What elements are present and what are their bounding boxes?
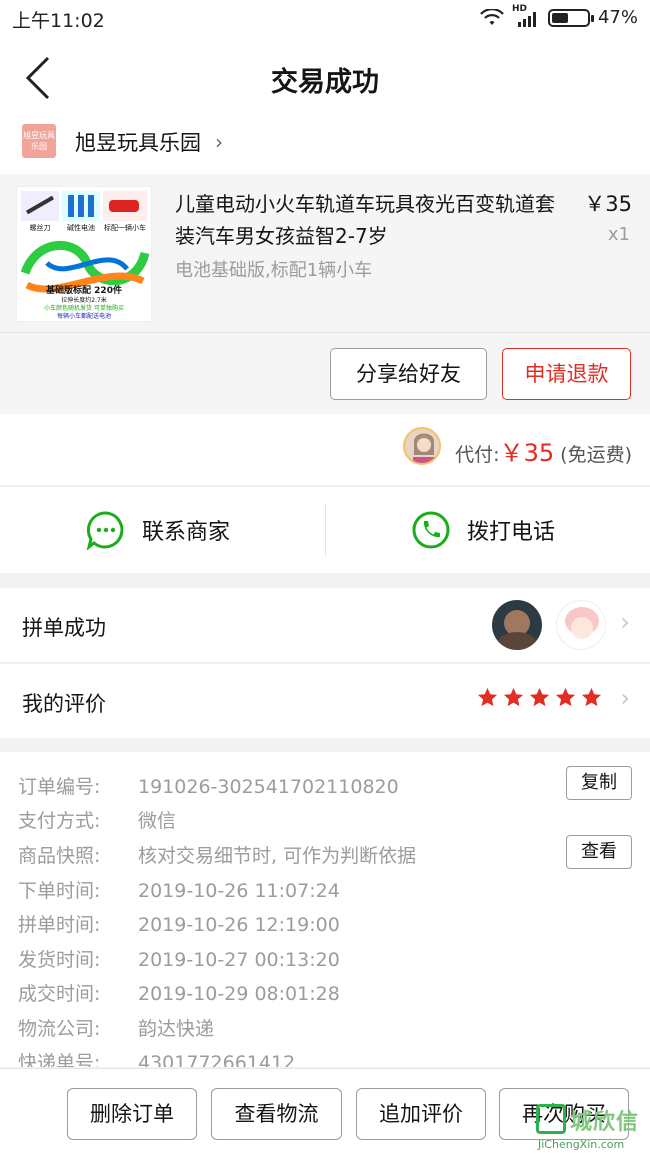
pay-method-value: 微信 bbox=[138, 810, 177, 832]
watermark: 城欣信 JiChengXin.com bbox=[530, 1100, 650, 1155]
goods-quantity: x1 bbox=[607, 224, 630, 245]
view-snapshot-button[interactable]: 查看 bbox=[566, 835, 632, 869]
goods-card: 螺丝刀 碱性电池 标配一辆小车 基础版标配 220件 拉伸长度约2.7米 小车颜… bbox=[0, 174, 650, 414]
goods-price: ￥35 bbox=[584, 192, 632, 216]
divider bbox=[325, 503, 326, 557]
toy-car-image: 标配一辆小车 bbox=[103, 191, 147, 232]
chat-icon bbox=[86, 511, 124, 550]
order-number-label: 订单编号: bbox=[18, 776, 101, 798]
group-label: 拼单成功 bbox=[22, 616, 106, 640]
contact-merchant-label: 联系商家 bbox=[142, 520, 231, 545]
ship-time-label: 发货时间: bbox=[18, 949, 101, 971]
star-icon bbox=[503, 687, 524, 707]
deal-time-label: 成交时间: bbox=[18, 983, 101, 1005]
payment-row: 代付:￥35 (免运费) bbox=[0, 414, 650, 486]
chevron-right-icon: › bbox=[215, 130, 223, 154]
call-button[interactable]: 拨打电话 bbox=[411, 487, 555, 573]
order-number-value: 191026-302541702110820 bbox=[138, 776, 399, 798]
thumb-tag: 碱性电池 bbox=[67, 224, 95, 232]
watermark-name: 城欣信 bbox=[570, 1110, 640, 1135]
status-icons: HD 47% bbox=[480, 4, 638, 28]
chevron-right-icon: › bbox=[620, 608, 630, 636]
ship-time-value: 2019-10-27 00:13:20 bbox=[138, 949, 340, 971]
call-label: 拨打电话 bbox=[467, 520, 556, 545]
thumb-tag: 标配一辆小车 bbox=[104, 224, 146, 232]
share-button[interactable]: 分享给好友 bbox=[330, 348, 487, 400]
refund-button[interactable]: 申请退款 bbox=[502, 348, 631, 400]
order-details: 订单编号: 191026-302541702110820 复制 支付方式: 微信 商… bbox=[0, 752, 650, 1067]
snapshot-label: 商品快照: bbox=[18, 845, 101, 867]
group-time-row: 拼单时间: 2019-10-26 12:19:00 bbox=[18, 910, 340, 937]
shop-name[interactable]: 旭昱玩具乐园 bbox=[75, 127, 201, 157]
payment-prefix: 代付: bbox=[455, 444, 500, 466]
pay-method-row: 支付方式: 微信 bbox=[18, 806, 176, 833]
watermark-logo bbox=[536, 1104, 566, 1134]
deal-time-value: 2019-10-29 08:01:28 bbox=[138, 983, 340, 1005]
thumb-tag: 螺丝刀 bbox=[29, 224, 51, 232]
goods-title[interactable]: 儿童电动小火车轨道车玩具夜光百变轨道套装汽车男女孩益智2-7岁 bbox=[175, 188, 565, 252]
goods-thumbnail[interactable]: 螺丝刀 碱性电池 标配一辆小车 基础版标配 220件 拉伸长度约2.7米 小车颜… bbox=[16, 186, 152, 322]
page-title: 交易成功 bbox=[271, 67, 379, 98]
tracking-label: 快递单号: bbox=[18, 1052, 101, 1067]
order-time-row: 下单时间: 2019-10-26 11:07:24 bbox=[18, 876, 340, 903]
snapshot-row: 商品快照: 核对交易细节时, 可作为判断依据 bbox=[18, 841, 416, 868]
thumb-sub: 每辆小车都配送电池 bbox=[56, 313, 111, 320]
deal-time-row: 成交时间: 2019-10-29 08:01:28 bbox=[18, 979, 340, 1006]
phone-icon bbox=[412, 511, 450, 549]
tracking-value: 4301772661412 bbox=[138, 1052, 296, 1067]
star-icon bbox=[529, 687, 550, 707]
signal-icon: HD bbox=[512, 4, 540, 28]
view-logistics-button[interactable]: 查看物流 bbox=[211, 1088, 342, 1140]
battery-icon bbox=[547, 8, 594, 27]
contact-merchant-button[interactable]: 联系商家 bbox=[86, 487, 230, 573]
payment-info: 代付:￥35 (免运费) bbox=[455, 433, 632, 468]
contact-bar: 联系商家 拨打电话 bbox=[0, 487, 650, 573]
group-row[interactable]: 拼单成功 › bbox=[0, 588, 650, 663]
chevron-right-icon: › bbox=[620, 684, 630, 712]
watermark-url: JiChengXin.com bbox=[538, 1138, 625, 1151]
review-row[interactable]: 我的评价 › bbox=[0, 664, 650, 738]
group-time-value: 2019-10-26 12:19:00 bbox=[138, 914, 340, 936]
divider bbox=[0, 332, 650, 333]
shop-logo: 旭昱玩具乐园 bbox=[22, 124, 56, 158]
copy-button[interactable]: 复制 bbox=[566, 766, 632, 800]
group-time-label: 拼单时间: bbox=[18, 914, 101, 936]
wifi-icon bbox=[480, 8, 504, 25]
battery-percent: 47% bbox=[597, 7, 638, 28]
status-time: 上午11:02 bbox=[12, 10, 105, 32]
tracking-row: 快递单号: 4301772661412 bbox=[18, 1048, 295, 1067]
logistics-label: 物流公司: bbox=[18, 1018, 101, 1040]
status-bar: 上午11:02 HD 47% bbox=[0, 0, 650, 38]
shop-header[interactable]: 旭昱玩具乐园 旭昱玩具乐园 › bbox=[0, 118, 650, 174]
logistics-row: 物流公司: 韵达快递 bbox=[18, 1014, 214, 1041]
payer-avatar bbox=[403, 427, 441, 465]
order-time-label: 下单时间: bbox=[18, 880, 101, 902]
order-number-row: 订单编号: 191026-302541702110820 bbox=[18, 772, 399, 799]
member-avatar bbox=[556, 600, 606, 650]
member-avatar bbox=[492, 600, 542, 650]
star-icon bbox=[581, 687, 602, 707]
star-icon bbox=[477, 687, 498, 707]
review-stars bbox=[476, 686, 603, 709]
order-time-value: 2019-10-26 11:07:24 bbox=[138, 880, 340, 902]
snapshot-value: 核对交易细节时, 可作为判断依据 bbox=[138, 845, 417, 867]
add-review-button[interactable]: 追加评价 bbox=[356, 1088, 486, 1140]
payment-amount: ￥35 bbox=[499, 439, 555, 467]
pay-method-label: 支付方式: bbox=[18, 810, 101, 832]
delete-order-button[interactable]: 删除订单 bbox=[67, 1088, 197, 1140]
review-label: 我的评价 bbox=[22, 692, 106, 716]
screwdriver-image: 螺丝刀 bbox=[21, 191, 59, 232]
nav-bar: 交易成功 bbox=[0, 38, 650, 118]
ship-time-row: 发货时间: 2019-10-27 00:13:20 bbox=[18, 945, 340, 972]
logistics-value: 韵达快递 bbox=[138, 1018, 215, 1040]
battery-image: 碱性电池 bbox=[62, 191, 100, 232]
star-icon bbox=[555, 687, 576, 707]
goods-spec: 电池基础版,标配1辆小车 bbox=[175, 260, 373, 281]
payment-note: (免运费) bbox=[560, 444, 632, 466]
battery-fill bbox=[551, 12, 568, 23]
